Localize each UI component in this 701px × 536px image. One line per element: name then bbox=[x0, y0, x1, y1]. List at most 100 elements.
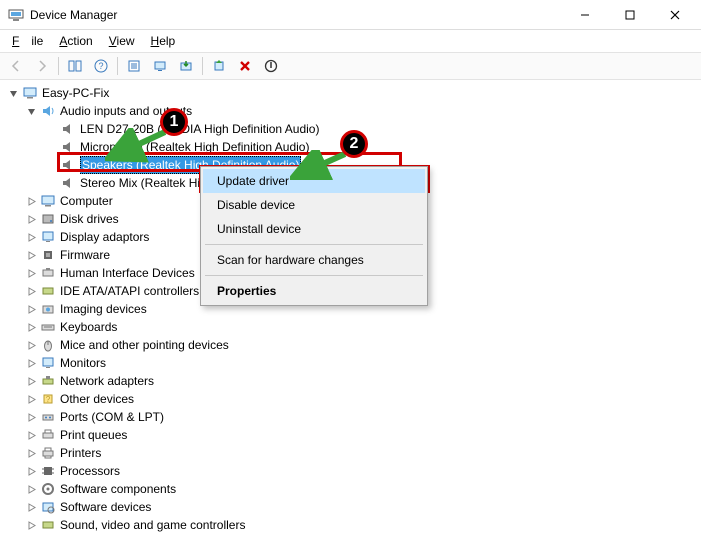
category-label: Computer bbox=[60, 192, 113, 210]
category-label: Software devices bbox=[60, 498, 151, 516]
category-label: Print queues bbox=[60, 426, 127, 444]
device-manager-icon bbox=[8, 7, 24, 23]
category-icon: ? bbox=[40, 391, 56, 407]
menu-disable-device[interactable]: Disable device bbox=[203, 193, 425, 217]
expand-icon[interactable] bbox=[24, 194, 38, 208]
menu-update-driver[interactable]: Update driver bbox=[203, 169, 425, 193]
expand-icon[interactable] bbox=[24, 410, 38, 424]
properties-button[interactable] bbox=[122, 55, 146, 77]
show-hide-console-button[interactable] bbox=[63, 55, 87, 77]
menu-view[interactable]: View bbox=[103, 32, 141, 50]
back-button[interactable] bbox=[4, 55, 28, 77]
category-item[interactable]: Software devices bbox=[4, 498, 699, 516]
category-label: Audio inputs and outputs bbox=[60, 102, 192, 120]
expand-icon[interactable] bbox=[24, 356, 38, 370]
category-label: Software components bbox=[60, 480, 176, 498]
enable-device-button[interactable] bbox=[207, 55, 231, 77]
category-icon bbox=[40, 247, 56, 263]
uninstall-device-button[interactable] bbox=[233, 55, 257, 77]
collapse-icon[interactable] bbox=[6, 86, 20, 100]
category-icon bbox=[40, 283, 56, 299]
expand-icon[interactable] bbox=[24, 212, 38, 226]
category-item[interactable]: Processors bbox=[4, 462, 699, 480]
category-item[interactable]: Mice and other pointing devices bbox=[4, 336, 699, 354]
menu-uninstall-device[interactable]: Uninstall device bbox=[203, 217, 425, 241]
category-label: IDE ATA/ATAPI controllers bbox=[60, 282, 199, 300]
expand-icon[interactable] bbox=[24, 464, 38, 478]
category-item[interactable]: Ports (COM & LPT) bbox=[4, 408, 699, 426]
svg-text:?: ? bbox=[46, 395, 51, 404]
category-icon bbox=[40, 265, 56, 281]
menu-help[interactable]: Help bbox=[145, 32, 182, 50]
expand-icon[interactable] bbox=[24, 320, 38, 334]
category-audio[interactable]: Audio inputs and outputs bbox=[4, 102, 699, 120]
category-label: Display adaptors bbox=[60, 228, 149, 246]
expand-icon[interactable] bbox=[24, 266, 38, 280]
window-title: Device Manager bbox=[30, 8, 117, 22]
category-icon bbox=[40, 445, 56, 461]
category-item[interactable]: Keyboards bbox=[4, 318, 699, 336]
category-item[interactable]: Software components bbox=[4, 480, 699, 498]
expand-icon[interactable] bbox=[24, 518, 38, 532]
expand-icon[interactable] bbox=[24, 302, 38, 316]
scan-hardware-button[interactable] bbox=[148, 55, 172, 77]
category-icon bbox=[40, 409, 56, 425]
maximize-button[interactable] bbox=[607, 1, 652, 29]
category-label: Sound, video and game controllers bbox=[60, 516, 245, 534]
category-label: Printers bbox=[60, 444, 101, 462]
device-item[interactable]: LEN D27-20B (NVIDIA High Definition Audi… bbox=[4, 120, 699, 138]
menu-file[interactable]: File bbox=[6, 32, 49, 50]
speaker-icon bbox=[60, 139, 76, 155]
device-label: Microphone (Realtek High Definition Audi… bbox=[80, 138, 309, 156]
expand-icon[interactable] bbox=[24, 482, 38, 496]
forward-button[interactable] bbox=[30, 55, 54, 77]
category-item[interactable]: Network adapters bbox=[4, 372, 699, 390]
category-icon bbox=[40, 301, 56, 317]
category-icon bbox=[40, 373, 56, 389]
tree-root-label: Easy-PC-Fix bbox=[42, 84, 109, 102]
computer-icon bbox=[22, 85, 38, 101]
category-item[interactable]: Print queues bbox=[4, 426, 699, 444]
category-icon bbox=[40, 481, 56, 497]
expand-icon[interactable] bbox=[24, 392, 38, 406]
device-label: LEN D27-20B (NVIDIA High Definition Audi… bbox=[80, 120, 319, 138]
expand-icon[interactable] bbox=[24, 230, 38, 244]
expand-icon[interactable] bbox=[24, 374, 38, 388]
category-label: Processors bbox=[60, 462, 120, 480]
expand-icon[interactable] bbox=[24, 338, 38, 352]
menu-action[interactable]: Action bbox=[53, 32, 98, 50]
category-icon bbox=[40, 355, 56, 371]
category-label: Keyboards bbox=[60, 318, 117, 336]
minimize-button[interactable] bbox=[562, 1, 607, 29]
help-button[interactable]: ? bbox=[89, 55, 113, 77]
update-driver-button[interactable] bbox=[174, 55, 198, 77]
device-tree: Easy-PC-Fix Audio inputs and outputs LEN… bbox=[0, 80, 701, 536]
expand-icon[interactable] bbox=[24, 428, 38, 442]
category-label: Ports (COM & LPT) bbox=[60, 408, 164, 426]
category-item[interactable]: Printers bbox=[4, 444, 699, 462]
category-item[interactable]: Sound, video and game controllers bbox=[4, 516, 699, 534]
category-item[interactable]: Monitors bbox=[4, 354, 699, 372]
menu-properties[interactable]: Properties bbox=[203, 279, 425, 303]
audio-icon bbox=[40, 103, 56, 119]
close-button[interactable] bbox=[652, 1, 697, 29]
menubar: File Action View Help bbox=[0, 30, 701, 52]
category-label: Disk drives bbox=[60, 210, 119, 228]
category-item[interactable]: ?Other devices bbox=[4, 390, 699, 408]
expand-icon[interactable] bbox=[24, 446, 38, 460]
expand-icon[interactable] bbox=[24, 248, 38, 262]
expand-icon[interactable] bbox=[24, 284, 38, 298]
category-icon bbox=[40, 229, 56, 245]
expand-icon[interactable] bbox=[24, 500, 38, 514]
collapse-icon[interactable] bbox=[24, 104, 38, 118]
device-item[interactable]: Microphone (Realtek High Definition Audi… bbox=[4, 138, 699, 156]
menu-separator bbox=[205, 275, 423, 276]
menu-scan-hardware[interactable]: Scan for hardware changes bbox=[203, 248, 425, 272]
context-menu: Update driver Disable device Uninstall d… bbox=[200, 166, 428, 306]
tree-root[interactable]: Easy-PC-Fix bbox=[4, 84, 699, 102]
disable-device-button[interactable] bbox=[259, 55, 283, 77]
svg-text:?: ? bbox=[98, 61, 103, 71]
category-label: Human Interface Devices bbox=[60, 264, 195, 282]
category-icon bbox=[40, 193, 56, 209]
menu-separator bbox=[205, 244, 423, 245]
